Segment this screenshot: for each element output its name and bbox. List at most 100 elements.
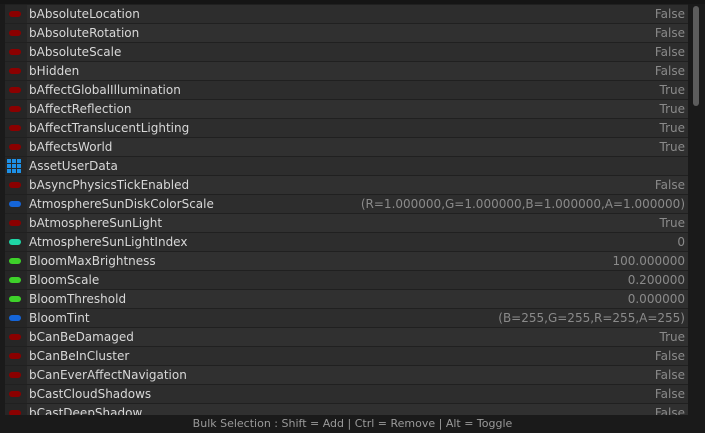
property-name: bAsyncPhysicsTickEnabled <box>29 178 190 192</box>
property-name: bCastCloudShadows <box>29 387 152 401</box>
properties-panel: bAbsoluteLocation False bAbsoluteRotation F… <box>0 0 705 433</box>
property-name: bAtmosphereSunLight <box>29 216 163 230</box>
property-value: False <box>654 26 685 40</box>
property-type-cell <box>5 385 27 403</box>
color_struct-type-icon <box>9 201 21 207</box>
property-value: True <box>659 102 686 116</box>
bool-type-icon <box>9 11 21 17</box>
property-value: False <box>654 349 685 363</box>
property-name: bCanEverAffectNavigation <box>29 368 187 382</box>
property-type-cell <box>5 157 27 175</box>
property-value: 100.000000 <box>612 254 685 268</box>
property-type-cell <box>5 404 27 415</box>
property-name: bAffectReflection <box>29 102 132 116</box>
bool-type-icon <box>9 391 21 397</box>
scrollbar[interactable] <box>690 4 702 415</box>
property-type-cell <box>5 43 27 61</box>
property-value: (B=255,G=255,R=255,A=255) <box>498 311 685 325</box>
property-row[interactable]: bHidden False <box>5 62 688 80</box>
property-value: 0 <box>677 235 685 249</box>
property-row[interactable]: bAtmosphereSunLight True <box>5 214 688 232</box>
property-name: AtmosphereSunLightIndex <box>29 235 188 249</box>
property-name: bAbsoluteScale <box>29 45 122 59</box>
property-row[interactable]: bCanEverAffectNavigation False <box>5 366 688 384</box>
property-row[interactable]: bCastDeepShadow False <box>5 404 688 415</box>
bool-type-icon <box>9 49 21 55</box>
struct-grid-icon <box>7 159 21 173</box>
property-value: True <box>659 330 686 344</box>
property-type-cell <box>5 176 27 194</box>
property-type-cell <box>5 81 27 99</box>
property-type-cell <box>5 214 27 232</box>
property-row[interactable]: AtmosphereSunLightIndex 0 <box>5 233 688 251</box>
property-name: AtmosphereSunDiskColorScale <box>29 197 214 211</box>
property-row[interactable]: bAffectReflection True <box>5 100 688 118</box>
property-value: False <box>654 178 685 192</box>
property-type-cell <box>5 252 27 270</box>
property-value: False <box>654 387 685 401</box>
property-name: bAffectGlobalIllumination <box>29 83 181 97</box>
property-value: False <box>654 7 685 21</box>
property-type-cell <box>5 271 27 289</box>
property-row[interactable]: bAbsoluteLocation False <box>5 5 688 23</box>
float-type-icon <box>9 296 21 302</box>
property-row[interactable]: bAffectsWorld True <box>5 138 688 156</box>
color_struct-type-icon <box>9 315 21 321</box>
property-value: True <box>659 140 686 154</box>
property-value: 0.200000 <box>627 273 685 287</box>
property-row[interactable]: bCastCloudShadows False <box>5 385 688 403</box>
property-row[interactable]: AssetUserData <box>5 157 688 175</box>
property-type-cell <box>5 24 27 42</box>
property-name: bAffectsWorld <box>29 140 113 154</box>
property-row[interactable]: BloomThreshold 0.000000 <box>5 290 688 308</box>
property-name: BloomMaxBrightness <box>29 254 156 268</box>
property-name: bHidden <box>29 64 80 78</box>
property-value: False <box>654 45 685 59</box>
property-row[interactable]: bAbsoluteRotation False <box>5 24 688 42</box>
property-row[interactable]: BloomTint (B=255,G=255,R=255,A=255) <box>5 309 688 327</box>
bool-type-icon <box>9 68 21 74</box>
float-type-icon <box>9 258 21 264</box>
property-name: BloomThreshold <box>29 292 127 306</box>
property-row[interactable]: BloomScale 0.200000 <box>5 271 688 289</box>
property-type-cell <box>5 5 27 23</box>
property-type-cell <box>5 138 27 156</box>
property-type-cell <box>5 195 27 213</box>
property-row[interactable]: bCanBeDamaged True <box>5 328 688 346</box>
scrollbar-thumb[interactable] <box>693 6 699 106</box>
bool-type-icon <box>9 144 21 150</box>
property-list: bAbsoluteLocation False bAbsoluteRotation F… <box>5 4 688 415</box>
property-value: False <box>654 64 685 78</box>
property-type-cell <box>5 366 27 384</box>
property-type-cell <box>5 347 27 365</box>
property-row[interactable]: bAffectGlobalIllumination True <box>5 81 688 99</box>
property-name: bCanBeInCluster <box>29 349 130 363</box>
bool-type-icon <box>9 220 21 226</box>
property-name: bAffectTranslucentLighting <box>29 121 190 135</box>
bool-type-icon <box>9 334 21 340</box>
property-value: 0.000000 <box>627 292 685 306</box>
property-name: BloomScale <box>29 273 100 287</box>
int-type-icon <box>9 239 21 245</box>
property-type-cell <box>5 309 27 327</box>
property-value: True <box>659 121 686 135</box>
bulk-selection-hint: Bulk Selection : Shift = Add | Ctrl = Re… <box>192 417 513 430</box>
bool-type-icon <box>9 106 21 112</box>
property-type-cell <box>5 119 27 137</box>
property-row[interactable]: bAsyncPhysicsTickEnabled False <box>5 176 688 194</box>
property-row[interactable]: bAbsoluteScale False <box>5 43 688 61</box>
property-type-cell <box>5 100 27 118</box>
bool-type-icon <box>9 30 21 36</box>
property-row[interactable]: AtmosphereSunDiskColorScale (R=1.000000,G… <box>5 195 688 213</box>
property-row[interactable]: bAffectTranslucentLighting True <box>5 119 688 137</box>
property-name: bCanBeDamaged <box>29 330 134 344</box>
property-name: BloomTint <box>29 311 90 325</box>
bool-type-icon <box>9 87 21 93</box>
bool-type-icon <box>9 182 21 188</box>
property-type-cell <box>5 233 27 251</box>
property-type-cell <box>5 290 27 308</box>
property-row[interactable]: bCanBeInCluster False <box>5 347 688 365</box>
property-value: False <box>654 368 685 382</box>
property-row[interactable]: BloomMaxBrightness 100.000000 <box>5 252 688 270</box>
property-name: bAbsoluteRotation <box>29 26 140 40</box>
